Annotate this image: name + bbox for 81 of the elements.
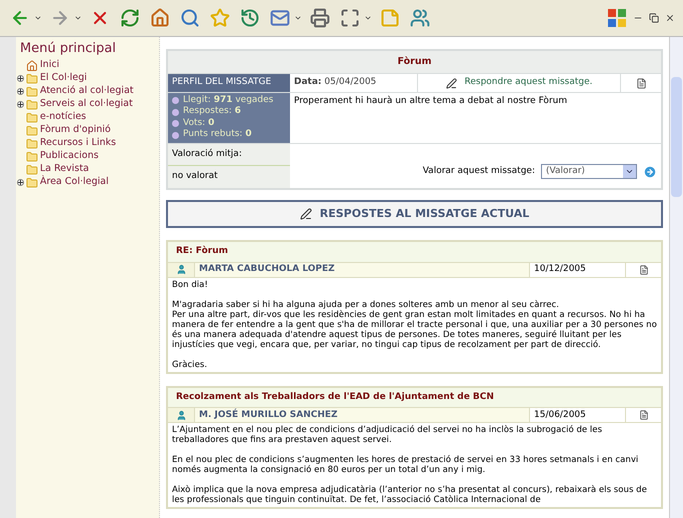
restore-icon[interactable]	[649, 13, 659, 23]
folder-icon	[26, 138, 38, 150]
sidebar-item[interactable]: La Revista	[40, 162, 89, 177]
message-text: Properament hi haurà un altre tema a debat al nostre Fòrum	[293, 94, 568, 108]
replies-heading: RESPOSTES AL MISSATGE ACTUAL	[320, 206, 530, 222]
close-icon[interactable]	[665, 13, 675, 23]
caret-icon[interactable]	[74, 14, 82, 22]
home-icon	[150, 8, 170, 28]
reply-paragraph: Bon dia!	[172, 280, 209, 290]
folder-icon	[26, 150, 38, 162]
reply-link[interactable]: Respondre aquest missatge.	[464, 76, 592, 90]
expand-icon[interactable]	[16, 75, 24, 82]
reply-paragraph: L’Ajuntament en el nou plec de condicions d’adjudicació del servei no ha inclòs la subrogació de les treballadores que fins ara prestaven aquest servei.	[172, 425, 604, 446]
rate-select[interactable]: (Valorar)	[541, 164, 637, 180]
reply-icon	[446, 78, 457, 88]
stat-text: Punts rebuts: 0	[183, 129, 252, 141]
folder-icon	[26, 124, 38, 136]
history-icon	[240, 8, 260, 28]
stat-text: Vots: 0	[183, 118, 214, 129]
sidebar-item[interactable]: Publicacions	[40, 149, 99, 164]
bullet-icon	[172, 97, 179, 104]
reply-icon	[300, 208, 312, 220]
folder-icon	[26, 164, 38, 176]
reply-paragraph: Això implica que la nova empresa adjudicatària (l’anterior no s’ha presentat al concurs), rebaixarà els sous de les professionals que tinguin continuïtat. De fet, l’associació Catòlica Internacional de	[172, 485, 648, 506]
bullet-icon	[172, 108, 179, 116]
people-icon	[410, 8, 430, 28]
user-icon	[176, 264, 186, 276]
scrollbar[interactable]	[669, 37, 683, 518]
caret-icon[interactable]	[294, 14, 302, 22]
rating-value: no valorat	[171, 170, 219, 184]
expand-icon[interactable]	[16, 179, 24, 186]
folder-icon	[26, 72, 38, 84]
sidebar-item[interactable]: e-notícies	[40, 110, 86, 125]
sidebar-item[interactable]: Inici	[40, 58, 60, 73]
reply-date: 10/12/2005	[529, 262, 625, 277]
bullet-icon	[172, 132, 179, 138]
message-icon[interactable]	[638, 410, 648, 420]
folder-icon	[26, 112, 38, 124]
sidebar-title: Menú principal	[19, 41, 117, 57]
note-icon	[380, 8, 400, 28]
star-icon	[210, 8, 230, 28]
reply-title: Recolzament als Treballadors de l'EAD de l'Ajuntament de BCN	[168, 388, 661, 408]
sidebar-item[interactable]: Fòrum d'opinió	[40, 123, 111, 138]
caret-icon[interactable]	[34, 14, 42, 22]
sidebar-item[interactable]: El Col·legi	[40, 71, 87, 86]
user-icon	[176, 410, 186, 421]
forum-title: Fòrum	[168, 51, 661, 74]
print-button[interactable]	[308, 6, 332, 30]
fullscreen-icon	[340, 8, 360, 28]
home-icon	[26, 60, 38, 72]
search-icon	[180, 8, 200, 28]
reply-paragraph: M'agradaria saber si hi ha alguna ajuda per a dones solteres amb un menor al seu càrrec. Per una altre part, dir-vos que les residències de gent gran estan molt limitades en quant a recursos. No hi ha manera de fer entendre a la gent que s'ha de millorar el tracte personal i que, una auxiliar per a 30 persones no és una manera adequada d'atendre aquest tipus de persones. De totes maneres, seguiré lluitant per les injustícies que vegi, encara que, per variar, no tingui cap tipus de recolzament per part de direcció.	[172, 300, 657, 350]
message-date: Data: 05/04/2005	[290, 74, 418, 92]
message-icon[interactable]	[638, 264, 648, 275]
stat-text: Respostes: 6	[183, 106, 241, 118]
sidebar-item[interactable]: Atenció al col·legiat	[40, 84, 134, 99]
sidebar-item[interactable]: Àrea Col·legial	[40, 175, 109, 190]
folder-icon	[26, 98, 38, 110]
caret-icon[interactable]	[364, 14, 372, 22]
author-name: MARTA CABUCHOLA LOPEZ	[194, 262, 529, 277]
expand-icon[interactable]	[16, 88, 24, 95]
sidebar-item[interactable]: Serveis al col·legiat	[40, 97, 133, 112]
author-name: M. JOSÉ MURILLO SANCHEZ	[194, 408, 529, 422]
profile-heading: PERFIL DEL MISSATGE	[168, 74, 290, 92]
expand-icon[interactable]	[16, 101, 24, 108]
rate-label: Valorar aquest missatge:	[422, 165, 535, 178]
message-icon[interactable]	[636, 78, 646, 88]
stat-text: Llegit: 971 vegades	[183, 94, 274, 106]
printer-icon	[310, 8, 330, 28]
reply-paragraph: En el nou plec de condicions s’augmenten les hores de prestació de servei en 33 hores setmanals i en canvi només augmenta la consignació en 80 euros per un total d’un any i mig.	[172, 455, 640, 476]
sidebar-item[interactable]: Recursos i Links	[40, 136, 116, 151]
refresh-icon	[120, 8, 140, 28]
reply-paragraph: Gràcies.	[172, 360, 208, 370]
folder-icon	[26, 86, 38, 98]
reply-title: RE: Fòrum	[168, 242, 661, 262]
folder-icon	[26, 176, 38, 188]
reply-date: 15/06/2005	[529, 408, 625, 422]
rating-label: Valoració mitja:	[168, 144, 290, 166]
envelope-icon	[270, 8, 290, 28]
submit-icon[interactable]	[643, 164, 657, 179]
bullet-icon	[172, 120, 179, 127]
